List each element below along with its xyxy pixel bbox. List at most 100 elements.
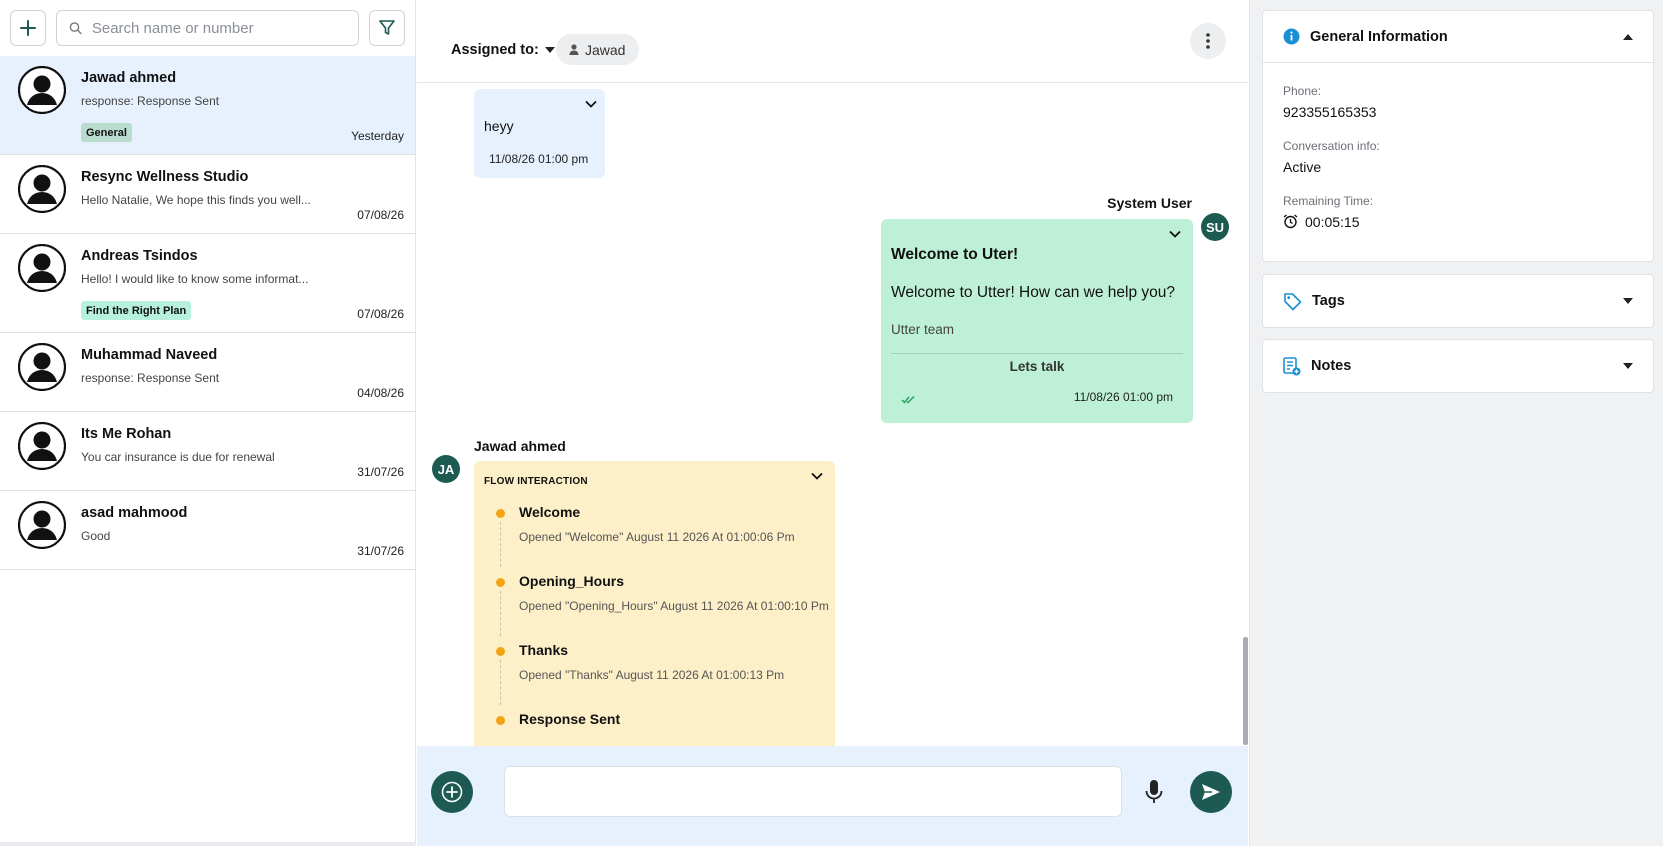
filter-button[interactable] xyxy=(369,10,405,46)
tags-title: Tags xyxy=(1312,293,1345,309)
double-check-icon xyxy=(901,396,915,404)
flow-step-dot xyxy=(496,647,505,656)
template-divider xyxy=(891,353,1183,354)
lets-talk-button[interactable]: Lets talk xyxy=(881,359,1193,374)
phone-label: Phone: xyxy=(1283,84,1322,98)
conversation-status: Active xyxy=(1283,159,1322,175)
chat-panel: Assigned to: Jawad heyy 11/08/26 01:00 p… xyxy=(417,0,1248,846)
conversation-name: Resync Wellness Studio xyxy=(81,169,249,185)
conversation-name: Andreas Tsindos xyxy=(81,248,198,264)
alarm-clock-icon xyxy=(1283,214,1298,229)
outgoing-template-bubble: Welcome to Uter! Welcome to Utter! How c… xyxy=(881,219,1193,423)
chevron-down-icon[interactable] xyxy=(585,100,597,108)
sidebar-bottom-bar xyxy=(0,842,416,846)
general-information-title: General Information xyxy=(1310,28,1448,45)
chevron-down-icon xyxy=(1623,298,1633,304)
flow-step-detail: Opened "Thanks" August 11 2026 At 01:00:… xyxy=(519,668,785,682)
caret-down-icon xyxy=(544,47,555,53)
flow-step: Welcome Opened "Welcome" August 11 2026 A… xyxy=(519,504,795,544)
conversation-item[interactable]: Muhammad Naveed response: Response Sent 04… xyxy=(0,333,415,412)
conversation-item[interactable]: asad mahmood Good 31/07/26 xyxy=(0,491,415,570)
system-user-avatar: SU xyxy=(1201,213,1229,241)
message-thread[interactable]: heyy 11/08/26 01:00 pm System User SU We… xyxy=(417,84,1248,746)
general-information-header[interactable]: General Information xyxy=(1263,11,1653,63)
assignee-name: Jawad xyxy=(585,41,626,58)
conversation-date: 07/08/26 xyxy=(357,208,404,222)
tags-header[interactable]: Tags xyxy=(1263,275,1653,327)
app-root: Jawad ahmed response: Response Sent Genera… xyxy=(0,0,1663,846)
flow-step-name: Response Sent xyxy=(519,711,621,727)
flow-step-dot xyxy=(496,509,505,518)
user-icon xyxy=(569,44,579,55)
incoming-message-bubble: heyy 11/08/26 01:00 pm xyxy=(474,89,605,178)
conversation-tag: Find the Right Plan xyxy=(81,301,192,320)
search-box[interactable] xyxy=(56,10,359,46)
assigned-to-dropdown[interactable]: Assigned to: xyxy=(451,42,555,58)
conversation-item[interactable]: Jawad ahmed response: Response Sent Genera… xyxy=(0,56,415,155)
flow-step: Thanks Opened "Thanks" August 11 2026 At … xyxy=(519,642,784,682)
chevron-down-icon[interactable] xyxy=(811,472,823,480)
conversation-preview: Hello Natalie, We hope this finds you we… xyxy=(81,193,311,207)
search-input[interactable] xyxy=(91,19,346,37)
chevron-down-icon xyxy=(1623,363,1633,369)
assignee-chip[interactable]: Jawad xyxy=(556,34,640,65)
conversation-date: 31/07/26 xyxy=(357,465,404,479)
chat-header: Assigned to: Jawad xyxy=(417,0,1248,83)
plus-icon xyxy=(20,20,36,36)
message-input[interactable] xyxy=(504,766,1122,817)
phone-value: 923355165353 xyxy=(1283,104,1377,120)
flow-step-detail: Opened "Welcome" August 11 2026 At 01:00… xyxy=(519,530,795,544)
incoming-message-time: 11/08/26 01:00 pm xyxy=(489,152,589,166)
microphone-icon[interactable] xyxy=(1144,779,1164,805)
attach-button[interactable] xyxy=(431,771,473,813)
send-icon xyxy=(1202,784,1220,800)
conversation-name: Its Me Rohan xyxy=(81,426,172,442)
template-footer: Utter team xyxy=(891,322,955,337)
chevron-up-icon xyxy=(1623,33,1633,40)
avatar-icon xyxy=(18,343,66,391)
thread-scrollbar[interactable] xyxy=(1243,637,1248,745)
system-user-name: System User xyxy=(1107,195,1192,211)
filter-icon xyxy=(379,20,395,35)
flow-step: Response Sent xyxy=(519,711,620,727)
flow-step-name: Welcome xyxy=(519,504,581,520)
conversation-item[interactable]: Its Me Rohan You car insurance is due for… xyxy=(0,412,415,491)
tags-card[interactable]: Tags xyxy=(1262,274,1654,328)
flow-step-detail: Opened "Opening_Hours" August 11 2026 At… xyxy=(519,599,829,613)
flow-step-name: Opening_Hours xyxy=(519,573,625,589)
avatar-icon xyxy=(18,501,66,549)
conversation-preview: Hello! I would like to know some informa… xyxy=(81,272,309,286)
conversation-preview: response: Response Sent xyxy=(81,94,220,108)
notes-header[interactable]: Notes xyxy=(1263,340,1653,392)
search-icon xyxy=(69,22,82,35)
chevron-down-icon[interactable] xyxy=(1169,230,1181,238)
flow-step-connector xyxy=(500,522,501,567)
flow-title: FLOW INTERACTION xyxy=(484,476,588,487)
template-time: 11/08/26 01:00 pm xyxy=(1073,390,1173,404)
more-vertical-icon xyxy=(1206,33,1210,49)
general-information-card: General Information Phone: 923355165353 … xyxy=(1262,10,1654,262)
avatar-icon xyxy=(18,66,66,114)
details-panel: General Information Phone: 923355165353 … xyxy=(1249,0,1663,846)
remaining-time-value: 00:05:15 xyxy=(1305,214,1360,230)
conversation-tag: General xyxy=(81,123,132,142)
send-button[interactable] xyxy=(1190,771,1232,813)
conversation-list: Jawad ahmed response: Response Sent Genera… xyxy=(0,56,415,570)
conversation-info-label: Conversation info: xyxy=(1283,139,1380,153)
conversation-name: Muhammad Naveed xyxy=(81,347,218,363)
new-conversation-button[interactable] xyxy=(10,10,46,46)
conversation-name: asad mahmood xyxy=(81,505,188,521)
conversation-date: 04/08/26 xyxy=(357,386,404,400)
conversation-item[interactable]: Resync Wellness Studio Hello Natalie, We … xyxy=(0,155,415,234)
incoming-message-text: heyy xyxy=(484,118,514,134)
sidebar-toolbar xyxy=(0,0,415,56)
notes-card[interactable]: Notes xyxy=(1262,339,1654,393)
conversation-name: Jawad ahmed xyxy=(81,70,177,86)
conversation-date: 07/08/26 xyxy=(357,307,404,321)
flow-step-connector xyxy=(500,591,501,636)
conversation-item[interactable]: Andreas Tsindos Hello! I would like to kn… xyxy=(0,234,415,333)
more-options-button[interactable] xyxy=(1190,23,1226,59)
template-title: Welcome to Uter! xyxy=(891,246,1019,263)
remaining-time-label: Remaining Time: xyxy=(1283,194,1374,208)
conversation-preview: response: Response Sent xyxy=(81,371,220,385)
